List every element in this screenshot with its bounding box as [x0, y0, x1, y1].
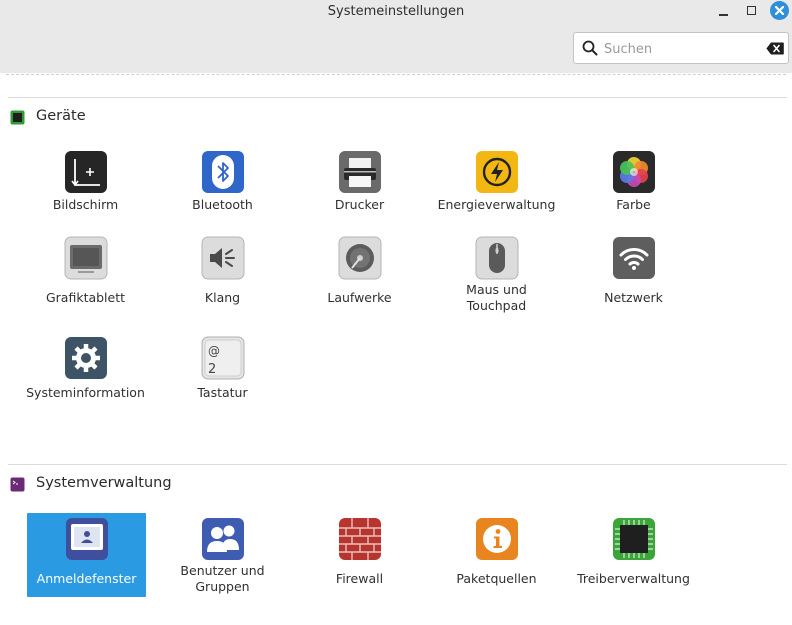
keyboard-key-icon: @ 2	[201, 336, 245, 380]
setting-label: Laufwerke	[327, 290, 392, 305]
driver-chip-icon	[613, 518, 655, 560]
window-title: Systemeinstellungen	[327, 4, 465, 19]
search-icon	[582, 40, 598, 56]
close-button[interactable]	[770, 1, 789, 20]
setting-label: Treiberverwaltung	[577, 571, 690, 586]
search-field[interactable]	[573, 32, 789, 64]
key-char: 2	[208, 362, 216, 377]
setting-firewall[interactable]: Firewall	[300, 513, 419, 597]
mouse-icon	[475, 236, 519, 280]
brick-wall-icon	[339, 518, 381, 560]
login-window-icon	[66, 518, 108, 560]
setting-tastatur[interactable]: @ 2 Tastatur	[163, 332, 282, 416]
search-input[interactable]	[602, 37, 756, 61]
section-separator	[8, 97, 787, 98]
color-flower-icon	[613, 151, 655, 193]
setting-maus-touchpad[interactable]: Maus und Touchpad	[437, 232, 556, 316]
setting-energieverwaltung[interactable]: Energieverwaltung	[437, 146, 556, 230]
setting-treiberverwaltung[interactable]: Treiberverwaltung	[574, 513, 693, 597]
setting-label: Drucker	[334, 197, 385, 212]
setting-label: Paketquellen	[456, 571, 537, 586]
setting-systeminformation[interactable]: Systeminformation	[26, 332, 145, 416]
setting-paketquellen[interactable]: Paketquellen	[437, 513, 556, 597]
setting-label: Anmeldefenster	[36, 571, 137, 586]
title-bar: Systemeinstellungen	[0, 0, 792, 73]
setting-label: Firewall	[335, 571, 384, 586]
close-icon	[774, 5, 785, 16]
setting-drucker[interactable]: Drucker	[300, 146, 419, 230]
section-separator	[8, 464, 787, 465]
setting-label: Systeminformation	[26, 385, 145, 400]
setting-label: Bildschirm	[52, 197, 119, 212]
tablet-icon	[64, 236, 108, 280]
printer-icon	[339, 151, 381, 193]
section-title: Geräte	[36, 108, 86, 124]
bluetooth-icon	[202, 151, 244, 193]
setting-label: Grafiktablett	[45, 290, 126, 305]
display-arrows-icon	[65, 151, 107, 193]
setting-anmeldefenster[interactable]: Anmeldefenster	[27, 513, 146, 597]
maximize-button[interactable]	[742, 2, 762, 22]
wifi-icon	[613, 237, 655, 279]
terminal-purple-icon	[10, 477, 25, 492]
section-title: Systemverwaltung	[36, 475, 172, 491]
setting-label: Energieverwaltung	[437, 197, 556, 212]
setting-bluetooth[interactable]: Bluetooth	[163, 146, 282, 230]
key-char: @	[208, 344, 220, 358]
info-package-icon	[476, 518, 518, 560]
chip-green-icon	[10, 110, 25, 125]
toolbar-divider	[6, 74, 786, 75]
setting-label: Benutzer und Gruppen	[180, 563, 265, 594]
setting-label: Farbe	[616, 197, 651, 212]
setting-label: Klang	[204, 290, 241, 305]
setting-netzwerk[interactable]: Netzwerk	[574, 232, 693, 316]
setting-label: Bluetooth	[192, 197, 253, 212]
setting-label: Netzwerk	[604, 290, 663, 305]
setting-benutzer-gruppen[interactable]: Benutzer und Gruppen	[163, 513, 282, 597]
setting-klang[interactable]: Klang	[163, 232, 282, 316]
speaker-icon	[201, 236, 245, 280]
setting-grafiktablett[interactable]: Grafiktablett	[26, 232, 145, 316]
gear-icon	[65, 337, 107, 379]
minimize-button[interactable]	[714, 2, 734, 22]
users-icon	[202, 518, 244, 560]
power-lightning-icon	[476, 151, 518, 193]
setting-label: Maus und Touchpad	[466, 282, 527, 313]
setting-farbe[interactable]: Farbe	[574, 146, 693, 230]
setting-bildschirm[interactable]: Bildschirm	[26, 146, 145, 230]
disk-drive-icon	[338, 236, 382, 280]
setting-label: Tastatur	[197, 385, 248, 400]
clear-search-icon[interactable]	[766, 42, 784, 55]
setting-laufwerke[interactable]: Laufwerke	[300, 232, 419, 316]
